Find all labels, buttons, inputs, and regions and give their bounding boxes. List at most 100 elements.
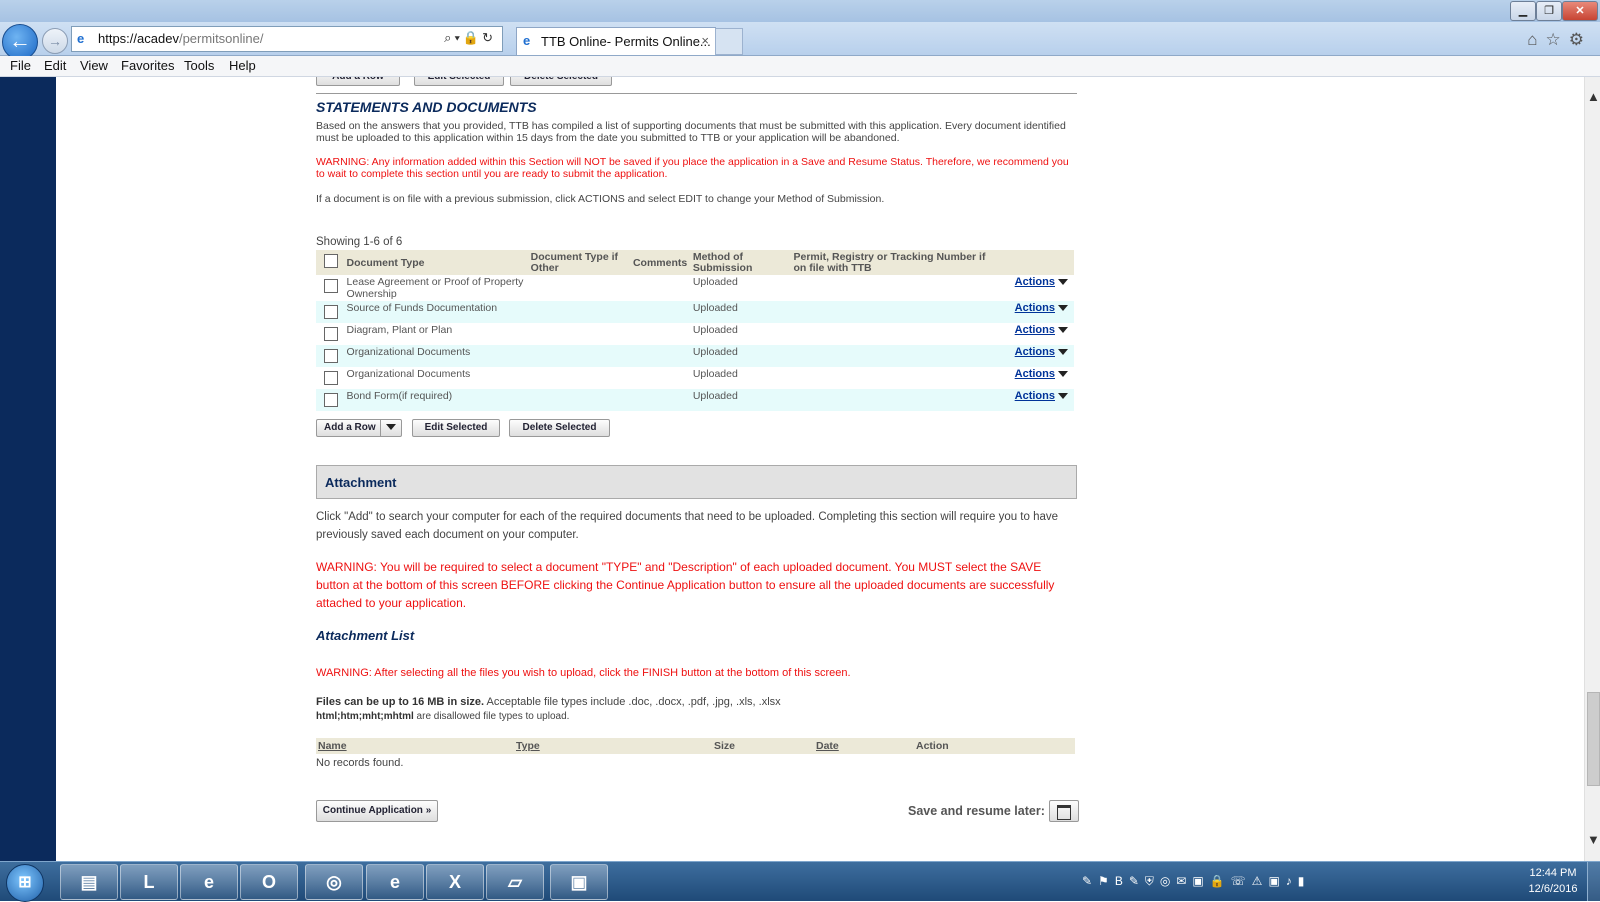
menu-view[interactable]: View [80,58,108,73]
table-row: Diagram, Plant or Plan Uploaded Actions [316,323,1074,345]
chevron-down-icon [1058,349,1068,356]
toolbar-icons[interactable]: ⌂☆⚙ [1527,30,1592,50]
excel-icon[interactable]: X [426,864,484,900]
scroll-thumb[interactable] [1587,692,1600,786]
scroll-down-icon[interactable]: ▼ [1587,832,1600,847]
chevron-down-icon [1058,327,1068,334]
doc-type-cell: Source of Funds Documentation [346,302,498,314]
row-checkbox[interactable] [316,301,346,323]
clock-time: 12:44 PM [1529,867,1577,879]
system-tray-icons[interactable]: ✎⚑B✎⛨◎✉▣🔒☏⚠▣♪▮ [1082,874,1310,889]
outlook-icon[interactable]: O [240,864,298,900]
clock[interactable]: 12:44 PM 12/6/2016 [1523,865,1583,897]
close-tab-icon[interactable]: × [701,33,709,48]
add-row-button-top[interactable]: Add a Row [316,77,400,86]
window-titlebar: ▁ ❐ ✕ [0,0,1600,22]
photos-icon[interactable]: ▣ [550,864,608,900]
row-checkbox[interactable] [316,367,346,389]
documents-table-header: Document Type Document Type if Other Com… [316,250,1074,275]
continue-application-button[interactable]: Continue Application » [316,800,438,822]
doc-type-cell: Bond Form(if required) [346,390,453,402]
row-checkbox[interactable] [316,389,346,411]
notepad-icon[interactable]: ▱ [486,864,544,900]
col-date[interactable]: Date [815,738,915,754]
page-left-band [0,77,56,861]
delete-selected-button-top[interactable]: Delete Selected [510,77,612,86]
statements-warning: WARNING: Any information added within th… [316,156,1069,180]
ie-icon[interactable]: e [180,864,238,900]
back-button[interactable]: ← [2,24,38,60]
select-all-checkbox[interactable] [316,250,346,275]
attachment-list-warning: WARNING: After selecting all the files y… [316,667,851,679]
chevron-down-icon [1058,279,1068,286]
row-checkbox[interactable] [316,345,346,367]
menu-favorites[interactable]: Favorites [121,58,174,73]
ie-icon[interactable]: e [366,864,424,900]
app-icon[interactable]: ◎ [305,864,363,900]
row-checkbox[interactable] [316,275,346,301]
maximize-button[interactable]: ❐ [1536,1,1562,21]
attachment-title: Attachment [325,475,397,490]
forward-button[interactable]: → [42,28,68,54]
lync-icon[interactable]: L [120,864,178,900]
attachment-table-header: Name Type Size Date Action [316,738,1075,754]
doc-type-cell: Lease Agreement or Proof of Property Own… [346,276,524,300]
close-window-button[interactable]: ✕ [1562,1,1598,21]
tab-ttb-online[interactable]: e TTB Online- Permits Online... × [516,27,716,55]
actions-dropdown[interactable]: Actions [995,367,1074,389]
attachment-list-title: Attachment List [316,628,415,643]
col-action: Action [916,740,949,752]
actions-dropdown[interactable]: Actions [995,389,1074,411]
col-name[interactable]: Name [316,738,515,754]
address-bar[interactable]: e https://acadev/permitsonline/ ⌕▾🔒↻ [71,26,503,52]
attachment-intro: Click "Add" to search your computer for … [316,511,1059,541]
col-permit-number: Permit, Registry or Tracking Number if o… [793,250,986,274]
gear-icon: ⚙ [1568,30,1592,49]
add-row-button[interactable]: Add a Row [316,419,402,437]
method-cell: Uploaded [692,390,738,402]
delete-selected-button[interactable]: Delete Selected [509,419,610,437]
save-resume-label: Save and resume later: [908,804,1045,818]
start-button[interactable]: ⊞ [6,864,44,902]
chevron-down-icon[interactable] [380,420,401,436]
minimize-button[interactable]: ▁ [1510,1,1536,21]
divider [316,93,1077,94]
col-method: Method of Submission [692,250,753,274]
menu-edit[interactable]: Edit [44,58,66,73]
attachment-header: Attachment [316,465,1077,499]
method-cell: Uploaded [692,368,738,380]
vertical-scrollbar[interactable]: ▲ ▼ [1584,77,1600,861]
edit-selected-button-top[interactable]: Edit Selected [414,77,504,86]
explorer-icon[interactable]: ▤ [60,864,118,900]
chevron-down-icon [1058,393,1068,400]
no-records-text: No records found. [316,757,404,769]
actions-dropdown[interactable]: Actions [995,323,1074,345]
tab-title: TTB Online- Permits Online... [541,34,711,49]
row-checkbox[interactable] [316,323,346,345]
home-icon: ⌂ [1527,30,1546,49]
address-url: https://acadev/permitsonline/ [98,31,264,46]
show-desktop-button[interactable] [1587,862,1600,901]
save-resume-button[interactable] [1049,800,1079,822]
attachment-warning: WARNING: You will be required to select … [316,560,1055,610]
chevron-down-icon [1058,305,1068,312]
col-type[interactable]: Type [515,738,713,754]
menu-bar: File Edit View Favorites Tools Help [0,56,1600,77]
actions-dropdown[interactable]: Actions [995,301,1074,323]
col-comments: Comments [632,256,688,269]
actions-dropdown[interactable]: Actions [995,345,1074,367]
edit-selected-button[interactable]: Edit Selected [412,419,500,437]
scroll-up-icon[interactable]: ▲ [1587,89,1600,104]
address-tools-icon[interactable]: ⌕▾🔒↻ [444,30,496,46]
table-row: Bond Form(if required) Uploaded Actions [316,389,1074,411]
table-row: Lease Agreement or Proof of Property Own… [316,275,1074,301]
new-tab-button[interactable] [715,28,743,55]
doc-type-cell: Organizational Documents [346,346,471,358]
col-actions [995,250,1074,275]
menu-tools[interactable]: Tools [184,58,214,73]
actions-dropdown[interactable]: Actions [995,275,1074,301]
menu-file[interactable]: File [10,58,31,73]
statements-title: STATEMENTS AND DOCUMENTS [316,99,537,115]
method-cell: Uploaded [692,276,738,288]
menu-help[interactable]: Help [229,58,256,73]
